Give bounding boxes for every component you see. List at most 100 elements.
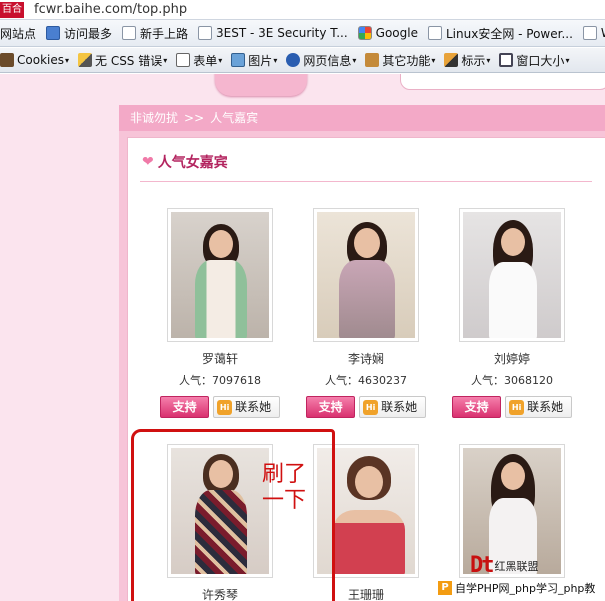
support-button[interactable]: 支持	[306, 396, 356, 418]
chevron-down-icon: ▾	[64, 55, 69, 65]
bookmark-label: 网站点	[0, 26, 37, 41]
image-icon	[231, 53, 246, 67]
breadcrumb: 非诚勿扰 >> 人气嘉宾	[119, 105, 605, 131]
toolbar-label: 窗口大小	[516, 53, 565, 68]
toolbar-label: 网页信息	[303, 53, 352, 68]
watermark-logo: Dt 红黑联盟	[470, 553, 539, 578]
php-icon: P	[438, 581, 452, 595]
guest-name[interactable]: 李诗娴	[306, 350, 426, 367]
bookmark-label: Google	[375, 26, 418, 40]
url-text[interactable]: fcwr.baihe.com/top.php	[34, 2, 187, 17]
webdev-toolbar: Cookies ▾ 无 CSS 错误 ▾ 表单 ▾ 图片 ▾ 网页信息 ▾ 其它功能 ▾ 标…	[0, 48, 605, 73]
breadcrumb-current: 人气嘉宾	[210, 111, 259, 125]
form-icon	[176, 53, 191, 67]
header-box	[400, 74, 605, 90]
support-button[interactable]: 支持	[452, 396, 502, 418]
bookmark-item[interactable]: Google	[357, 26, 418, 40]
toolbox-icon	[365, 53, 380, 67]
guest-photo-image	[171, 448, 269, 574]
contact-label: 联系她	[235, 400, 272, 414]
chevron-down-icon: ▾	[218, 55, 223, 65]
guest-photo[interactable]	[313, 208, 419, 342]
watermark-footer-text: 自学PHP网_php学习_php教	[455, 582, 596, 595]
guest-name[interactable]: 罗蔼轩	[160, 350, 280, 367]
guest-popularity: 人气：3068120	[471, 374, 553, 387]
annotation-line: 刷了	[262, 462, 307, 487]
toolbar-outline[interactable]: 标示 ▾	[444, 52, 490, 69]
bookmark-label: Linux安全网 - Power...	[445, 26, 573, 41]
page-icon	[427, 26, 442, 40]
bookmarks-bar: 网站点 访问最多 新手上路 3EST - 3E Security T... Go…	[0, 20, 605, 47]
guest-card: 王珊珊	[306, 444, 426, 601]
support-button[interactable]: 支持	[160, 396, 210, 418]
annotation-text: 刷了 一下	[262, 462, 306, 514]
heart-icon: ❤	[142, 154, 154, 170]
guest-photo-image	[317, 448, 415, 574]
guest-name[interactable]: 许秀琴	[160, 586, 280, 601]
page-icon	[198, 26, 213, 40]
contact-label: 联系她	[527, 400, 564, 414]
contact-button[interactable]: Hi 联系她	[359, 396, 426, 418]
guest-card: 罗蔼轩 人气：7097618 支持 Hi 联系她	[160, 208, 280, 418]
site-favicon: 百合	[0, 1, 24, 18]
window-icon	[499, 53, 514, 67]
toolbar-css[interactable]: 无 CSS 错误 ▾	[78, 52, 167, 69]
marker-icon	[444, 53, 459, 67]
bookmark-item[interactable]: Linux安全网 - Power...	[427, 25, 573, 42]
page-icon	[46, 26, 61, 40]
info-icon	[286, 53, 301, 67]
bookmark-label: 3EST - 3E Security T...	[216, 26, 348, 40]
pencil-icon	[78, 53, 92, 67]
toolbar-page-info[interactable]: 网页信息 ▾	[286, 52, 356, 69]
guest-popularity: 人气：7097618	[179, 374, 261, 387]
contact-button[interactable]: Hi 联系她	[213, 396, 280, 418]
bookmark-item[interactable]: 网站点	[0, 25, 36, 42]
chevron-down-icon: ▾	[273, 55, 278, 65]
toolbar-label: 图片	[248, 53, 273, 68]
contact-button[interactable]: Hi 联系她	[505, 396, 572, 418]
bookmark-item[interactable]: 新手上路	[122, 25, 188, 42]
guest-photo[interactable]	[167, 444, 273, 578]
bookmark-item[interactable]: 访问最多	[46, 25, 112, 42]
contact-label: 联系她	[381, 400, 418, 414]
panel-title: ❤ 人气女嘉宾	[142, 152, 228, 172]
chevron-down-icon: ▾	[352, 55, 357, 65]
toolbar-cookies[interactable]: Cookies ▾	[0, 53, 69, 67]
guest-name[interactable]: 王珊珊	[306, 586, 426, 601]
guest-photo-image	[463, 212, 561, 338]
toolbar-label: 其它功能	[382, 53, 431, 68]
chat-icon: Hi	[363, 399, 379, 415]
main-column: 非诚勿扰 >> 人气嘉宾 ❤ 人气女嘉宾 罗蔼轩 人气：7097618 支持 H…	[119, 105, 605, 601]
guest-photo-image	[171, 212, 269, 338]
guest-photo[interactable]	[313, 444, 419, 578]
nav-tab[interactable]	[215, 74, 307, 96]
watermark-sub: 红黑联盟	[494, 559, 539, 573]
toolbar-images[interactable]: 图片 ▾	[231, 52, 277, 69]
toolbar-misc[interactable]: 其它功能 ▾	[365, 52, 435, 69]
panel-title-text: 人气女嘉宾	[157, 155, 228, 171]
bookmark-item[interactable]: W	[582, 26, 605, 40]
guest-card: 刘婷婷 人气：3068120 支持 Hi 联系她	[452, 208, 572, 418]
address-bar[interactable]: 百合 fcwr.baihe.com/top.php	[0, 0, 605, 20]
bookmark-label: W	[601, 26, 605, 40]
page-icon	[582, 26, 597, 40]
chevron-down-icon: ▾	[486, 55, 491, 65]
guest-photo[interactable]	[167, 208, 273, 342]
toolbar-label: 无 CSS 错误	[95, 53, 163, 68]
toolbar-resize[interactable]: 窗口大小 ▾	[499, 52, 569, 69]
chevron-down-icon: ▾	[431, 55, 436, 65]
breadcrumb-home[interactable]: 非诚勿扰	[130, 111, 178, 125]
guest-photo[interactable]	[459, 208, 565, 342]
toolbar-forms[interactable]: 表单 ▾	[176, 52, 222, 69]
bookmark-item[interactable]: 3EST - 3E Security T...	[198, 26, 348, 40]
google-icon	[357, 26, 372, 40]
toolbar-label: 表单	[193, 53, 218, 68]
guest-name[interactable]: 刘婷婷	[452, 350, 572, 367]
page-content: 非诚勿扰 >> 人气嘉宾 ❤ 人气女嘉宾 罗蔼轩 人气：7097618 支持 H…	[0, 74, 605, 601]
annotation-line: 一下	[262, 488, 307, 513]
chat-icon: Hi	[217, 399, 233, 415]
guest-popularity: 人气：4630237	[325, 374, 407, 387]
watermark-footer: P 自学PHP网_php学习_php教	[434, 578, 600, 598]
bookmark-label: 访问最多	[64, 26, 113, 41]
chevron-down-icon: ▾	[163, 55, 168, 65]
